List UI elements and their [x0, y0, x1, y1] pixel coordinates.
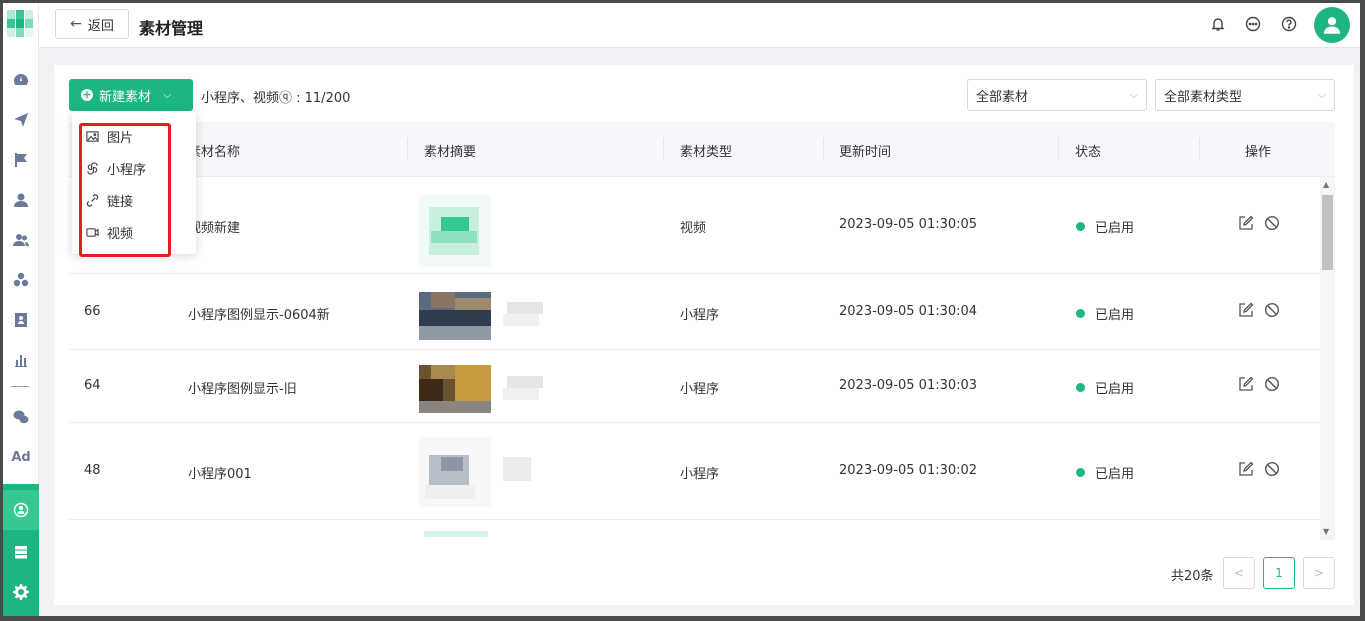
server-icon[interactable]	[11, 542, 31, 562]
cluster-icon[interactable]	[11, 270, 31, 290]
back-button-label: 返回	[87, 18, 114, 34]
send-icon[interactable]	[11, 110, 31, 130]
column-header-actions: 操作	[1245, 145, 1272, 160]
table-header: 素材名称 素材摘要 素材类型 更新时间 状态 操作	[69, 122, 1335, 177]
row-type: 小程序	[680, 308, 720, 323]
row-thumbnail	[419, 292, 491, 340]
logo	[7, 10, 35, 46]
settings-gear-icon[interactable]	[11, 582, 31, 602]
row-name: 小程序图例显示-旧	[188, 382, 297, 397]
table-body: 视频新建 视频 2023-09-05 01:30:05 已启用 66 小程序图例…	[69, 177, 1335, 537]
row-name: 小程序图例显示-0604新	[188, 308, 330, 323]
status-dot	[1076, 468, 1085, 477]
column-header-status: 状态	[1075, 145, 1102, 160]
bell-icon[interactable]	[1209, 15, 1227, 33]
chevron-down-icon: ⌵	[163, 88, 172, 101]
row-thumbnail	[419, 437, 491, 507]
page-title: 素材管理	[139, 19, 204, 38]
edit-icon[interactable]	[1238, 302, 1254, 318]
row-thumbnail-text	[499, 300, 549, 330]
disable-icon[interactable]	[1264, 302, 1280, 318]
bar-chart-icon[interactable]	[11, 350, 31, 370]
material-type-value: 全部素材类型	[1164, 89, 1243, 105]
status-dot	[1076, 309, 1085, 318]
table-scrollbar[interactable]: ▲ ▼	[1320, 177, 1335, 540]
app-window: Ad ← 返回 素材管理 + 新建素材 ⌵ 小程序、视频ⓠ: 11/200 全…	[3, 3, 1360, 616]
row-id: 48	[84, 463, 101, 478]
row-updated: 2023-09-05 01:30:04	[839, 304, 978, 319]
message-icon[interactable]	[1244, 15, 1262, 33]
top-header: ← 返回 素材管理	[39, 3, 1360, 48]
row-updated: 2023-09-05 01:30:03	[839, 378, 978, 393]
table-row[interactable]: 视频新建 视频 2023-09-05 01:30:05 已启用	[69, 177, 1320, 274]
user-group-icon[interactable]	[11, 230, 31, 250]
row-updated: 2023-09-05 01:30:05	[839, 217, 978, 232]
row-id: 66	[84, 304, 101, 319]
row-status: 已启用	[1095, 382, 1135, 397]
highlight-box	[79, 123, 171, 257]
row-status: 已启用	[1095, 467, 1135, 482]
wechat-icon[interactable]	[11, 407, 31, 427]
prev-page-button[interactable]: <	[1223, 557, 1255, 589]
material-scope-select[interactable]: 全部素材 ⌵	[967, 79, 1147, 111]
contact-card-icon[interactable]	[11, 310, 31, 330]
row-type: 小程序	[680, 467, 720, 482]
row-id: 64	[84, 378, 101, 393]
table-row[interactable]: 64 小程序图例显示-旧 小程序 2023-09-05 01:30:03 已启用	[69, 350, 1320, 423]
material-scope-value: 全部素材	[976, 89, 1029, 105]
material-type-select[interactable]: 全部素材类型 ⌵	[1155, 79, 1335, 111]
sidebar-bottom-group	[3, 484, 39, 616]
user-icon[interactable]	[11, 190, 31, 210]
material-hub-icon[interactable]	[11, 500, 31, 520]
disable-icon[interactable]	[1264, 376, 1280, 392]
table-row[interactable]: 66 小程序图例显示-0604新 小程序 2023-09-05 01:30:04…	[69, 274, 1320, 350]
edit-icon[interactable]	[1238, 376, 1254, 392]
arrow-left-icon: ←	[70, 16, 82, 32]
dashboard-icon[interactable]	[11, 70, 31, 90]
row-updated: 2023-09-05 01:30:02	[839, 463, 978, 478]
ad-icon[interactable]: Ad	[11, 447, 31, 467]
quota-text: 小程序、视频ⓠ : 11/200	[201, 91, 351, 106]
scrollbar-thumb[interactable]	[1322, 195, 1333, 270]
edit-icon[interactable]	[1238, 461, 1254, 477]
total-count: 共20条	[1171, 569, 1214, 584]
next-page-button[interactable]: >	[1303, 557, 1335, 589]
disable-icon[interactable]	[1264, 215, 1280, 231]
row-status: 已启用	[1095, 308, 1135, 323]
row-thumbnail	[419, 195, 491, 267]
chevron-down-icon: ⌵	[1317, 88, 1326, 101]
table-row[interactable]: 48 小程序001 小程序 2023-09-05 01:30:02 已启用	[69, 423, 1320, 520]
column-header-type: 素材类型	[680, 145, 733, 160]
status-dot	[1076, 383, 1085, 392]
new-material-button[interactable]: + 新建素材 ⌵	[69, 79, 193, 111]
row-thumbnail-partial	[424, 527, 488, 537]
row-name: 小程序001	[188, 467, 252, 482]
status-dot	[1076, 222, 1085, 231]
sidebar: Ad	[3, 3, 39, 616]
help-icon[interactable]	[1280, 15, 1298, 33]
row-type: 视频	[680, 221, 707, 236]
disable-icon[interactable]	[1264, 461, 1280, 477]
column-header-updated: 更新时间	[839, 145, 892, 160]
plus-circle-icon: +	[81, 88, 93, 101]
column-header-summary: 素材摘要	[424, 145, 477, 160]
page-number-button[interactable]: 1	[1263, 557, 1295, 589]
row-status: 已启用	[1095, 221, 1135, 236]
row-type: 小程序	[680, 382, 720, 397]
user-avatar-icon	[1323, 17, 1341, 34]
flag-icon[interactable]	[11, 150, 31, 170]
edit-icon[interactable]	[1238, 215, 1254, 231]
chevron-down-icon: ⌵	[1129, 88, 1138, 101]
scroll-up-icon[interactable]: ▲	[1323, 180, 1329, 189]
content-card: + 新建素材 ⌵ 小程序、视频ⓠ : 11/200 全部素材 ⌵ 全部素材类型 …	[54, 65, 1354, 605]
scroll-down-icon[interactable]: ▼	[1323, 527, 1329, 536]
sidebar-divider	[11, 386, 29, 387]
row-thumbnail	[419, 365, 491, 413]
back-button[interactable]: ← 返回	[55, 9, 129, 39]
row-thumbnail-text	[499, 455, 549, 485]
new-material-label: 新建素材	[99, 89, 152, 105]
user-avatar[interactable]	[1314, 7, 1350, 43]
row-thumbnail-text	[499, 374, 549, 404]
